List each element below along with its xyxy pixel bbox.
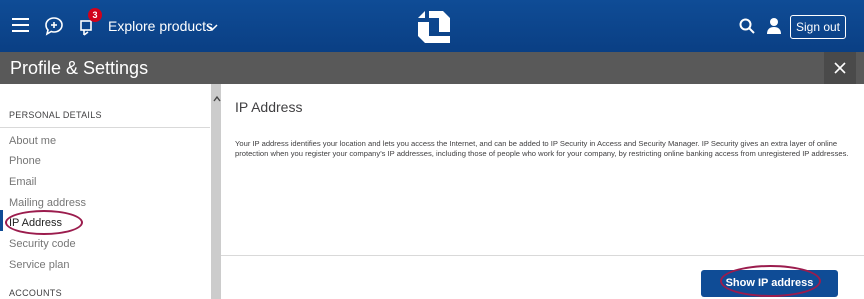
- sidebar-item-phone[interactable]: Phone: [9, 154, 41, 168]
- highlight-circle: [5, 210, 83, 235]
- notification-badge: 3: [88, 8, 102, 22]
- sidebar-scrollbar[interactable]: [211, 84, 221, 299]
- highlight-circle: [720, 265, 821, 297]
- chevron-down-icon[interactable]: [206, 20, 218, 32]
- divider: [0, 127, 210, 128]
- sign-out-button[interactable]: Sign out: [790, 15, 846, 39]
- close-icon[interactable]: [824, 52, 856, 84]
- chase-logo-icon[interactable]: [417, 10, 451, 44]
- page-title: Profile & Settings: [10, 58, 149, 78]
- active-item-indicator: [0, 210, 3, 231]
- sidebar-item-about-me[interactable]: About me: [9, 134, 56, 148]
- sidebar-section-personal-details: PERSONAL DETAILS: [9, 110, 102, 120]
- explore-products-link[interactable]: Explore products: [108, 18, 213, 34]
- ip-address-description: Your IP address identifies your location…: [235, 139, 849, 158]
- sidebar-item-security-code[interactable]: Security code: [9, 237, 76, 251]
- scroll-up-icon[interactable]: [213, 90, 221, 102]
- section-title: IP Address: [235, 99, 303, 115]
- hamburger-icon[interactable]: [12, 18, 29, 32]
- sidebar-item-email[interactable]: Email: [9, 175, 37, 189]
- sidebar-item-service-plan[interactable]: Service plan: [9, 258, 70, 272]
- sidebar-item-mailing-address[interactable]: Mailing address: [9, 196, 86, 210]
- user-icon[interactable]: [766, 16, 782, 36]
- close-button[interactable]: [824, 52, 856, 84]
- ip-address-panel: [221, 84, 864, 256]
- search-icon[interactable]: [738, 17, 756, 35]
- sidebar-section-accounts: ACCOUNTS: [9, 288, 62, 298]
- chat-icon[interactable]: [44, 16, 64, 36]
